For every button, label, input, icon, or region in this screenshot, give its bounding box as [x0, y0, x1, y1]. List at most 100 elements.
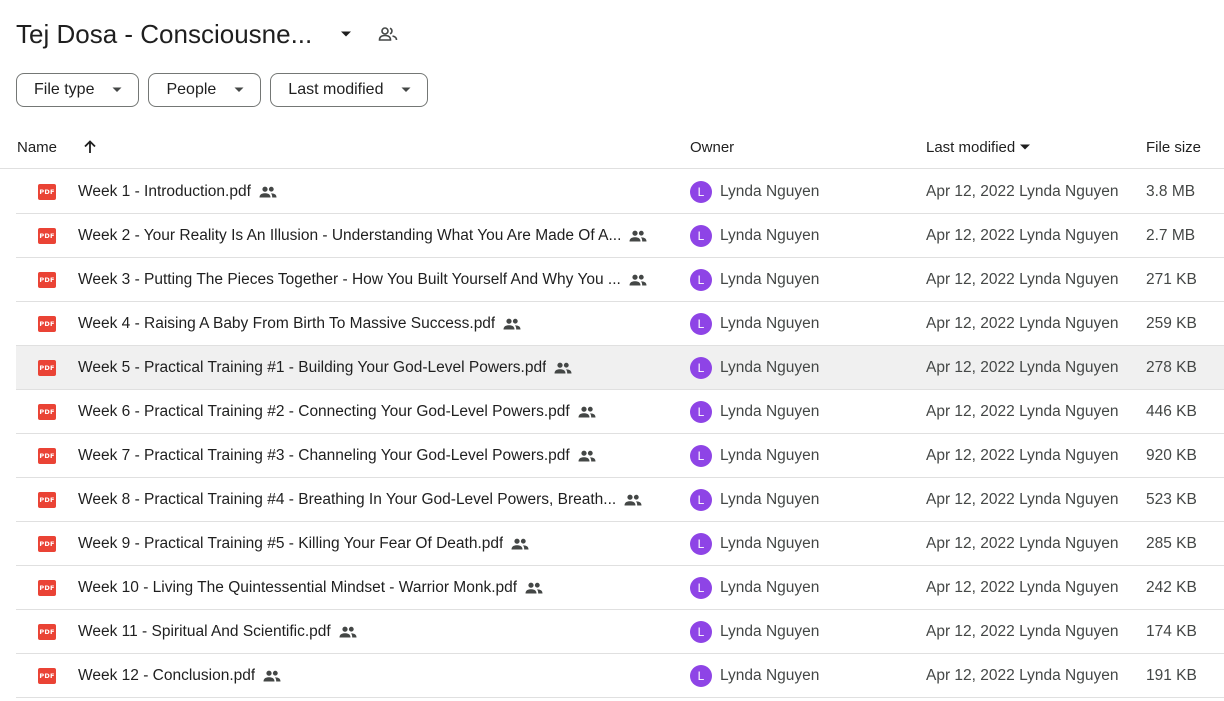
last-modified-value: Apr 12, 2022 Lynda Nguyen	[926, 358, 1119, 376]
last-modified-filter[interactable]: Last modified	[270, 73, 429, 107]
pdf-file-icon: PDF	[38, 448, 56, 464]
file-size-value: 278 KB	[1146, 358, 1197, 376]
last-modified-value: Apr 12, 2022 Lynda Nguyen	[926, 446, 1119, 464]
last-modified-value: Apr 12, 2022 Lynda Nguyen	[926, 622, 1119, 640]
file-name-cell: Week 2 - Your Reality Is An Illusion - U…	[78, 214, 647, 257]
table-row[interactable]: PDF Week 8 - Practical Training #4 - Brea…	[16, 478, 1224, 522]
shared-people-icon	[629, 274, 647, 286]
people-filter[interactable]: People	[148, 73, 262, 107]
file-name-cell: Week 12 - Conclusion.pdf	[78, 654, 281, 697]
file-size-value: 920 KB	[1146, 446, 1197, 464]
table-row[interactable]: PDF Week 3 - Putting The Pieces Together …	[16, 258, 1224, 302]
owner-name: Lynda Nguyen	[720, 314, 820, 332]
avatar: L	[690, 445, 712, 467]
file-name-cell: Week 9 - Practical Training #5 - Killing…	[78, 522, 529, 565]
pdf-file-icon: PDF	[38, 580, 56, 596]
table-row[interactable]: PDF Week 9 - Practical Training #5 - Kill…	[16, 522, 1224, 566]
table-row[interactable]: PDF Week 6 - Practical Training #2 - Conn…	[16, 390, 1224, 434]
table-header: Name Owner Last modified File size	[0, 126, 1224, 169]
pdf-file-icon: PDF	[38, 272, 56, 288]
file-name: Week 3 - Putting The Pieces Together - H…	[78, 270, 621, 288]
file-name-cell: Week 1 - Introduction.pdf	[78, 170, 277, 213]
file-name-cell: Week 11 - Spiritual And Scientific.pdf	[78, 610, 357, 653]
file-name-cell: Week 6 - Practical Training #2 - Connect…	[78, 390, 596, 433]
owner-name: Lynda Nguyen	[720, 402, 820, 420]
pdf-file-icon: PDF	[38, 184, 56, 200]
avatar: L	[690, 313, 712, 335]
pdf-file-icon: PDF	[38, 360, 56, 376]
file-size-value: 3.8 MB	[1146, 182, 1196, 200]
filter-bar: File type People Last modified	[16, 73, 429, 107]
last-modified-value: Apr 12, 2022 Lynda Nguyen	[926, 666, 1119, 684]
owner-name: Lynda Nguyen	[720, 182, 820, 200]
table-row[interactable]: PDF Week 1 - Introduction.pdf L Lynda Nguye…	[16, 170, 1224, 214]
avatar: L	[690, 665, 712, 687]
file-name: Week 10 - Living The Quintessential Mind…	[78, 578, 518, 596]
file-name: Week 9 - Practical Training #5 - Killing…	[78, 534, 504, 552]
avatar: L	[690, 621, 712, 643]
shared-people-icon	[511, 538, 529, 550]
last-modified-value: Apr 12, 2022 Lynda Nguyen	[926, 270, 1119, 288]
last-modified-value: Apr 12, 2022 Lynda Nguyen	[926, 226, 1119, 244]
avatar: L	[690, 489, 712, 511]
file-type-filter[interactable]: File type	[16, 73, 140, 107]
file-name: Week 8 - Practical Training #4 - Breathi…	[78, 490, 617, 508]
file-size-value: 174 KB	[1146, 622, 1197, 640]
shared-people-icon	[578, 406, 596, 418]
file-type-filter-label: File type	[34, 81, 95, 98]
shared-people-icon	[578, 450, 596, 462]
pdf-file-icon: PDF	[38, 536, 56, 552]
arrow-upward-icon[interactable]	[82, 126, 98, 168]
owner-name: Lynda Nguyen	[720, 578, 820, 596]
owner-name: Lynda Nguyen	[720, 666, 820, 684]
pdf-file-icon: PDF	[38, 228, 56, 244]
file-name: Week 12 - Conclusion.pdf	[78, 666, 256, 684]
owner-name: Lynda Nguyen	[720, 490, 820, 508]
table-row[interactable]: PDF Week 12 - Conclusion.pdf L Lynda Nguyen…	[16, 654, 1224, 698]
file-size-value: 446 KB	[1146, 402, 1197, 420]
column-header-file-size[interactable]: File size	[1146, 126, 1201, 168]
avatar: L	[690, 401, 712, 423]
table-row[interactable]: PDF Week 4 - Raising A Baby From Birth To…	[16, 302, 1224, 346]
last-modified-filter-label: Last modified	[288, 81, 384, 98]
pdf-file-icon: PDF	[38, 624, 56, 640]
arrow-drop-down-icon	[1019, 143, 1031, 151]
arrow-drop-down-icon[interactable]	[334, 22, 358, 46]
shared-people-icon	[554, 362, 572, 374]
avatar: L	[690, 269, 712, 291]
table-row[interactable]: PDF Week 11 - Spiritual And Scientific.pd…	[16, 610, 1224, 654]
last-modified-value: Apr 12, 2022 Lynda Nguyen	[926, 314, 1119, 332]
file-name-cell: Week 5 - Practical Training #1 - Buildin…	[78, 346, 572, 389]
table-row[interactable]: PDF Week 10 - Living The Quintessential M…	[16, 566, 1224, 610]
avatar: L	[690, 225, 712, 247]
table-row[interactable]: PDF Week 2 - Your Reality Is An Illusion …	[16, 214, 1224, 258]
last-modified-value: Apr 12, 2022 Lynda Nguyen	[926, 534, 1119, 552]
file-size-value: 191 KB	[1146, 666, 1197, 684]
people-filter-label: People	[166, 81, 217, 98]
owner-name: Lynda Nguyen	[720, 270, 820, 288]
file-name: Week 1 - Introduction.pdf	[78, 182, 251, 200]
column-header-owner[interactable]: Owner	[690, 126, 734, 168]
last-modified-value: Apr 12, 2022 Lynda Nguyen	[926, 182, 1119, 200]
column-header-name[interactable]: Name	[17, 126, 57, 168]
file-name-cell: Week 3 - Putting The Pieces Together - H…	[78, 258, 647, 301]
column-header-last-modified[interactable]: Last modified	[926, 126, 1031, 168]
avatar: L	[690, 181, 712, 203]
shared-people-icon	[624, 494, 642, 506]
shared-people-icon	[259, 186, 277, 198]
pdf-file-icon: PDF	[38, 492, 56, 508]
file-name-cell: Week 4 - Raising A Baby From Birth To Ma…	[78, 302, 521, 345]
folder-title[interactable]: Tej Dosa - Consciousne...	[16, 19, 312, 50]
file-size-value: 2.7 MB	[1146, 226, 1196, 244]
file-name: Week 7 - Practical Training #3 - Channel…	[78, 446, 570, 464]
table-row[interactable]: PDF Week 5 - Practical Training #1 - Buil…	[16, 346, 1224, 390]
pdf-file-icon: PDF	[38, 404, 56, 420]
owner-name: Lynda Nguyen	[720, 226, 820, 244]
owner-name: Lynda Nguyen	[720, 534, 820, 552]
file-name-cell: Week 7 - Practical Training #3 - Channel…	[78, 434, 596, 477]
file-size-value: 523 KB	[1146, 490, 1197, 508]
file-size-value: 271 KB	[1146, 270, 1197, 288]
file-list: PDF Week 1 - Introduction.pdf L Lynda Nguye…	[16, 170, 1224, 698]
file-name-cell: Week 10 - Living The Quintessential Mind…	[78, 566, 543, 609]
table-row[interactable]: PDF Week 7 - Practical Training #3 - Chan…	[16, 434, 1224, 478]
